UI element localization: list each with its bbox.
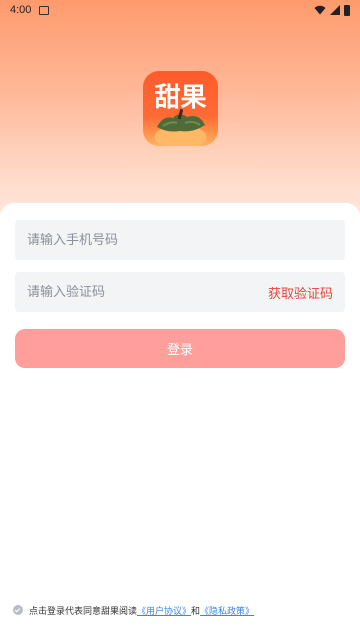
login-button[interactable]: 登录 [15,329,345,368]
phone-input[interactable] [27,232,333,248]
app-logo: 甜果 [143,71,218,146]
code-field[interactable]: 获取验证码 [15,272,345,312]
status-bar: 4:00 [0,0,360,20]
logo-text: 甜果 [154,83,207,113]
agreement-text: 点击登录代表同意甜果阅读 [29,606,138,617]
wifi-icon [314,5,326,15]
status-icons [314,4,350,16]
agreement-and-text: 和 [191,606,201,617]
battery-icon [344,4,350,16]
agreement-checkbox-icon[interactable] [13,605,23,615]
privacy-policy-link[interactable]: 《隐私政策》 [200,604,254,617]
phone-field[interactable] [15,220,345,260]
login-card [0,203,360,640]
gallery-notification-icon [39,5,50,15]
user-agreement-link[interactable]: 《用户协议》 [137,604,191,617]
status-time: 4:00 [10,4,32,16]
verification-code-input[interactable] [27,284,268,300]
agreement-row: 点击登录代表同意甜果阅读 《用户协议》 和 《隐私政策》 [13,603,254,617]
get-code-button[interactable]: 获取验证码 [268,283,333,302]
signal-icon [330,5,340,15]
